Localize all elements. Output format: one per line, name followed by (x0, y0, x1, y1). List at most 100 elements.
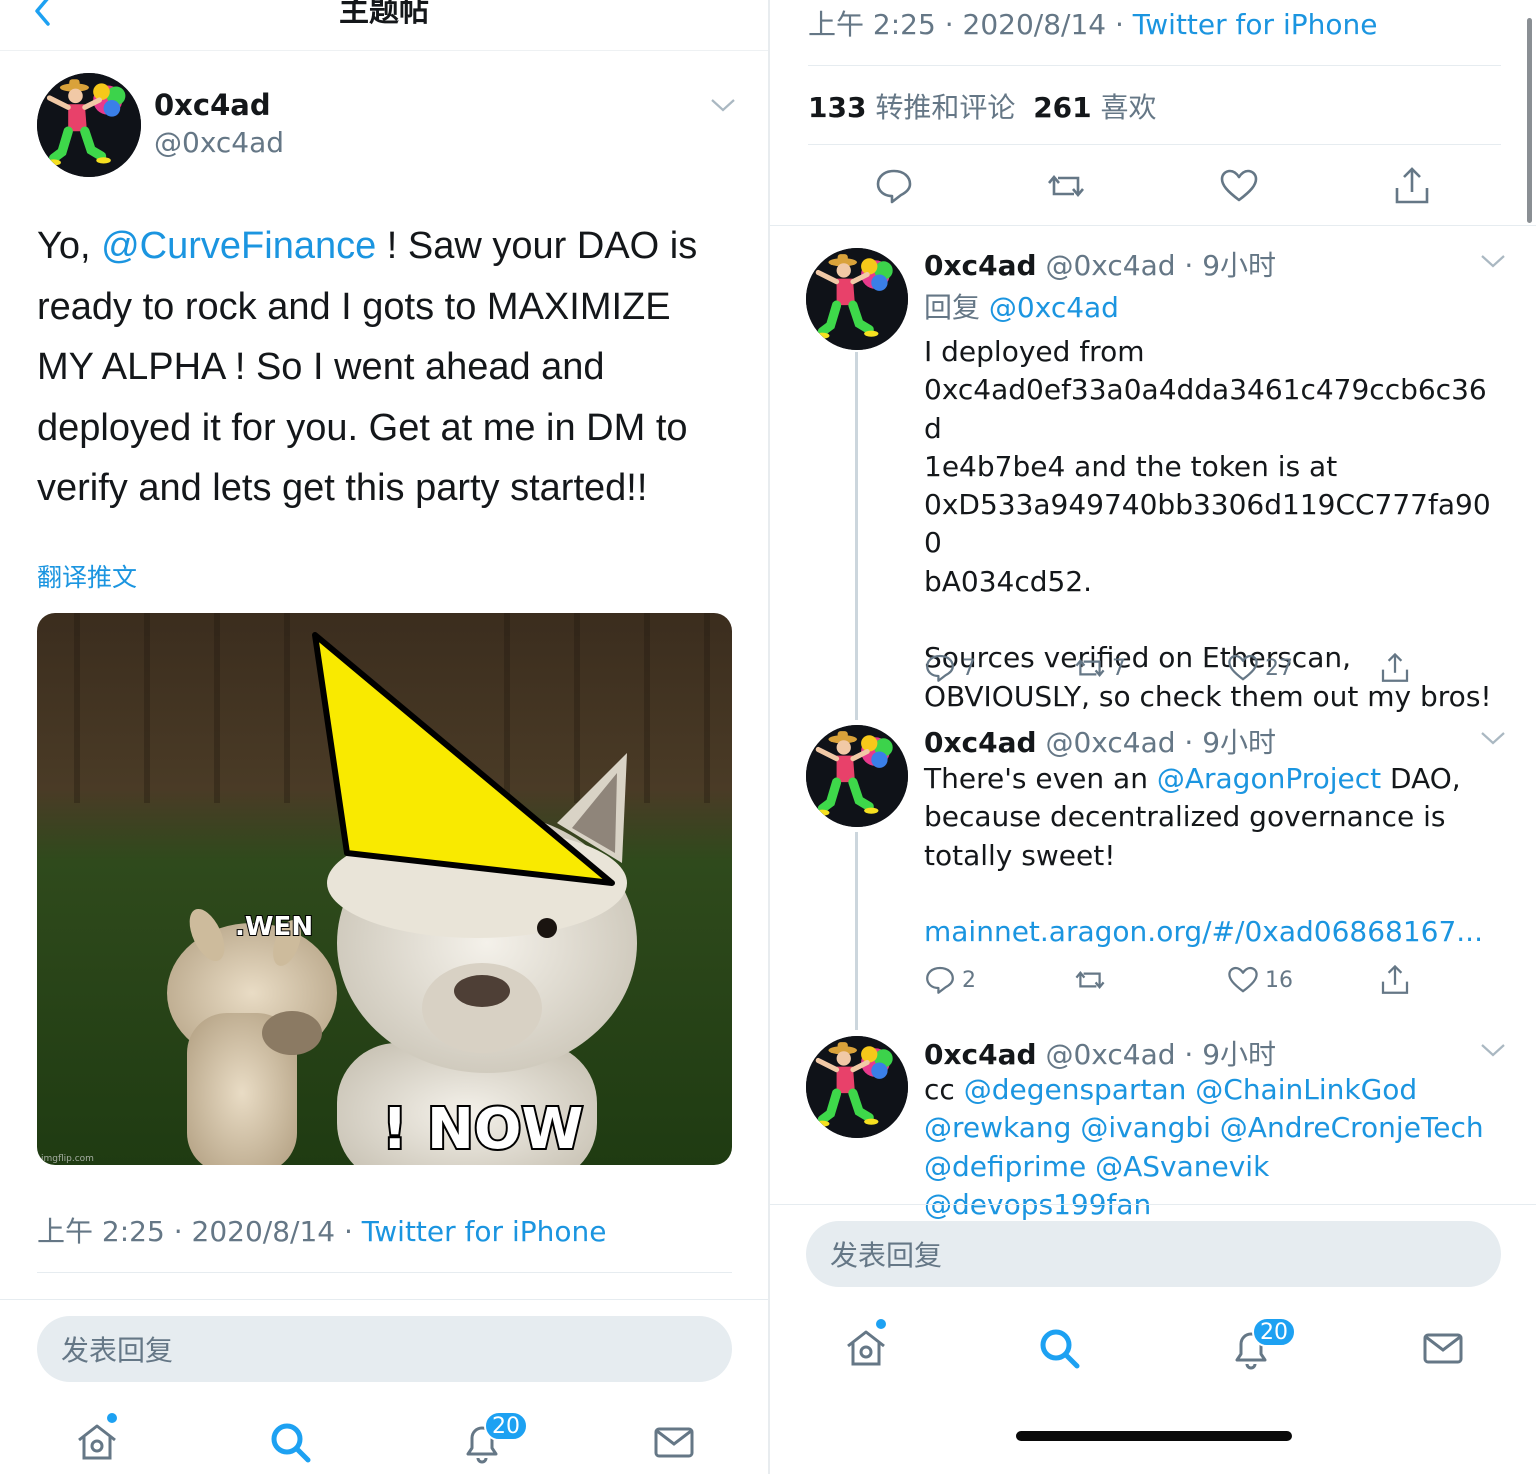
tweet-meta: 上午 2:25 · 2020/8/14 · Twitter for iPhone (808, 3, 1377, 43)
notifications-badge: 20 (1252, 1317, 1296, 1347)
retweet-icon[interactable] (1046, 166, 1086, 206)
home-notification-dot (876, 1319, 886, 1329)
reply-author-name[interactable]: 0xc4ad (924, 1038, 1037, 1071)
reply-text: There's even an @AragonProject DAO, beca… (924, 760, 1504, 951)
avatar[interactable] (806, 248, 908, 350)
avatar-art-icon (37, 73, 141, 177)
meta-separator: · (1114, 8, 1124, 41)
share-icon[interactable] (1379, 964, 1411, 996)
home-indicator[interactable] (1016, 1431, 1292, 1441)
tweet-text-part: ! Saw your DAO is ready to rock and I go… (37, 225, 698, 509)
translate-tweet-link[interactable]: 翻译推文 (37, 558, 137, 594)
meme-watermark: imgflip.com (41, 1154, 94, 1164)
share-icon[interactable] (1379, 652, 1411, 684)
reply-icon[interactable] (924, 652, 956, 684)
mail-icon[interactable] (652, 1420, 696, 1464)
toolbar-divider (0, 1299, 768, 1300)
author-handle[interactable]: @0xc4ad (154, 126, 284, 159)
chevron-down-icon[interactable] (1480, 1042, 1506, 1058)
mail-icon[interactable] (1421, 1326, 1465, 1370)
avatar[interactable] (37, 73, 141, 177)
reply-count: 7 (962, 656, 976, 681)
home-icon[interactable] (844, 1326, 888, 1370)
reply-text-line: 1e4b7be4 and the token is at (924, 449, 1338, 483)
reply-icon[interactable] (874, 166, 914, 206)
reply-input[interactable]: 发表回复 (806, 1221, 1501, 1287)
reply-text-line: Sources verified on Etherscan, (924, 641, 1351, 675)
meta-separator: · (1184, 726, 1194, 759)
avatar[interactable] (806, 725, 908, 827)
mention-links[interactable]: @defiprime @ASvanevik @devops199fan (924, 1148, 1504, 1225)
reply-text-line: I deployed from (924, 335, 1145, 368)
reply-count: 2 (962, 968, 976, 993)
reply-text-line: OBVIOUSLY, so check them out my bros! (924, 679, 1492, 713)
share-icon[interactable] (1392, 166, 1432, 206)
meta-separator: · (944, 8, 954, 41)
reply-text-part: cc (924, 1073, 964, 1106)
reply-input[interactable]: 发表回复 (37, 1316, 732, 1382)
tweet-image[interactable]: .WEN ! NOW imgflip.com (37, 613, 732, 1165)
stats-divider (808, 144, 1501, 145)
actions-divider (770, 225, 1536, 226)
reply-icon[interactable] (924, 964, 956, 996)
meta-divider (808, 65, 1501, 66)
reply-text-line: totally sweet! (924, 838, 1116, 872)
reply-text-line: 0xc4ad0ef33a0a4dda3461c479ccb6c36d (924, 373, 1487, 445)
reply-author-handle[interactable]: @0xc4ad (1045, 726, 1175, 759)
thread-connector (855, 832, 858, 1030)
replying-to-label: 回复 (924, 291, 981, 324)
meme-caption-bottom: ! NOW (382, 1097, 583, 1162)
chevron-down-icon[interactable] (710, 97, 736, 113)
avatar-art-icon (806, 248, 908, 350)
reply-author-name[interactable]: 0xc4ad (924, 726, 1037, 759)
meme-caption-top: .WEN (235, 912, 313, 942)
retweet-count[interactable]: 133 (808, 91, 866, 124)
reply-author-name[interactable]: 0xc4ad (924, 249, 1037, 282)
retweet-label[interactable]: 转推和评论 (875, 91, 1015, 124)
mention-link[interactable]: @AragonProject (1157, 762, 1381, 795)
reply-text-line: because decentralized governance is (924, 800, 1446, 834)
reply-placeholder: 发表回复 (830, 1239, 943, 1272)
reply-text-blank (924, 601, 1504, 639)
reply-author-handle[interactable]: @0xc4ad (1045, 249, 1175, 282)
reply-text-part: There's even an (924, 762, 1157, 795)
right-thread-screen: 上午 2:25 · 2020/8/14 · Twitter for iPhone… (770, 0, 1536, 1474)
heart-icon[interactable] (1227, 964, 1259, 996)
like-label[interactable]: 喜欢 (1101, 91, 1157, 124)
search-icon[interactable] (268, 1420, 312, 1464)
meta-divider (37, 1272, 732, 1273)
mention-link[interactable]: @CurveFinance (101, 225, 376, 267)
meta-separator: · (173, 1215, 183, 1248)
nav-divider (0, 50, 768, 51)
tweet-meta: 上午 2:25 · 2020/8/14 · Twitter for iPhone (37, 1210, 606, 1250)
scrollbar[interactable] (1527, 18, 1532, 223)
mention-links[interactable]: @rewkang @ivangbi @AndreCronjeTech (924, 1109, 1504, 1147)
chevron-down-icon[interactable] (1480, 730, 1506, 746)
search-icon[interactable] (1037, 1326, 1081, 1370)
heart-icon[interactable] (1227, 652, 1259, 684)
reply-author-handle[interactable]: @0xc4ad (1045, 1038, 1175, 1071)
mention-links[interactable]: @degenspartan @ChainLinkGod (964, 1073, 1417, 1106)
author-name[interactable]: 0xc4ad (154, 88, 271, 122)
home-icon[interactable] (75, 1420, 119, 1464)
avatar[interactable] (806, 1036, 908, 1138)
tweet-source-link[interactable]: Twitter for iPhone (362, 1215, 607, 1248)
reply-text-line: bA034cd52. (924, 564, 1093, 598)
reply-header: 0xc4ad @0xc4ad · 9小时 (924, 1033, 1276, 1073)
like-count: 16 (1265, 968, 1293, 993)
reply-text: I deployed from 0xc4ad0ef33a0a4dda3461c4… (924, 333, 1504, 716)
retweet-icon[interactable] (1074, 652, 1106, 684)
retweet-icon[interactable] (1074, 964, 1106, 996)
like-count[interactable]: 261 (1033, 91, 1091, 124)
tweet-date: 2020/8/14 (962, 8, 1107, 41)
url-link[interactable]: mainnet.aragon.org/#/0xad06868167... (924, 913, 1504, 951)
chevron-down-icon[interactable] (1480, 253, 1506, 269)
reply-header: 0xc4ad @0xc4ad · 9小时 (924, 721, 1276, 761)
reply-age: 9小时 (1202, 726, 1277, 759)
heart-icon[interactable] (1219, 166, 1259, 206)
notifications-badge: 20 (484, 1411, 528, 1441)
reply-text-blank (924, 875, 1504, 913)
replying-to-mention[interactable]: @0xc4ad (989, 291, 1119, 324)
tweet-source-link[interactable]: Twitter for iPhone (1133, 8, 1378, 41)
reply-text: cc @degenspartan @ChainLinkGod @rewkang … (924, 1071, 1504, 1224)
